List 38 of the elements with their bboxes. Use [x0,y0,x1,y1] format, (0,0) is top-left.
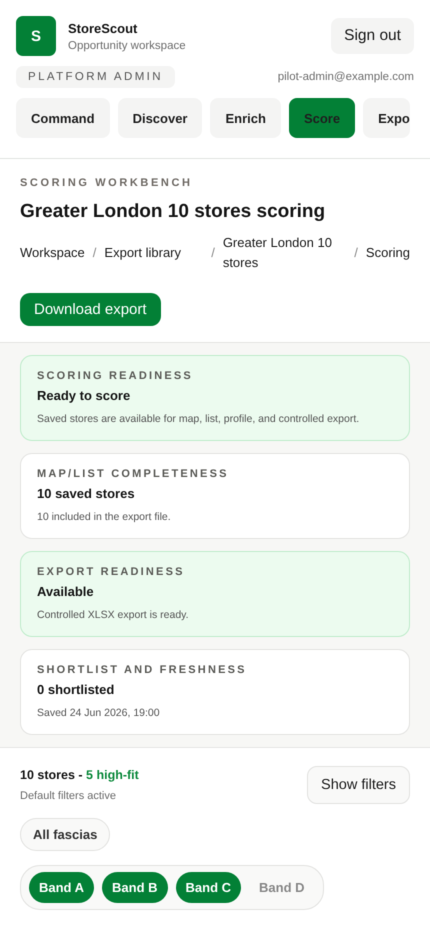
role-badge: PLATFORM ADMIN [16,66,175,88]
card-note: Controlled XLSX export is ready. [37,608,190,623]
breadcrumb-separator: / [92,244,96,262]
section-eyebrow: SCORING WORKBENCH [20,177,194,189]
band-toggle[interactable]: Band B [102,872,168,903]
card-value: Available [37,584,95,599]
breadcrumb-separator: / [211,244,215,262]
card-value: 0 shortlisted [37,682,116,697]
app-name: StoreScout [68,20,138,36]
card-value: Ready to score [37,388,132,403]
band-toggle[interactable]: Band C [176,872,242,903]
logo: S [16,16,56,56]
sign-out-button[interactable]: Sign out [331,18,414,54]
app-subtitle: Opportunity workspace [68,40,186,52]
user-email: pilot-admin@example.com [278,71,414,83]
breadcrumb-link[interactable]: Export library [104,243,204,263]
download-export-button[interactable]: Download export [20,293,161,326]
page-title: Greater London 10 stores scoring [20,201,326,223]
card-note: Saved stores are available for map, list, profile, and controlled export. [37,412,360,427]
card-note: 10 included in the export file. [37,510,172,525]
show-filters-button[interactable]: Show filters [307,766,410,804]
breadcrumb-separator: / [354,244,358,262]
card-note: Saved 24 Jun 2026, 19:00 [37,706,161,721]
results-summary: 10 stores - 5 high-fit [20,768,139,782]
band-toggle[interactable]: Band A [29,872,94,903]
nav-tab[interactable]: Expo [363,98,410,138]
fascia-chip[interactable]: All fascias [20,818,110,851]
card-label: MAP/LIST COMPLETENESS [37,468,230,480]
card-label: SHORTLIST AND FRESHNESS [37,664,248,676]
nav-tab[interactable]: Enrich [210,98,281,138]
filters-note: Default filters active [20,790,117,802]
card-label: SCORING READINESS [37,370,194,382]
nav-tab[interactable]: Command [16,98,110,138]
card-value: 10 saved stores [37,486,136,501]
nav-tab[interactable]: Discover [118,98,202,138]
breadcrumb-link[interactable]: Workspace [20,243,85,263]
breadcrumb-link[interactable]: Greater London 10 stores [222,233,346,273]
card-label: EXPORT READINESS [37,566,186,578]
